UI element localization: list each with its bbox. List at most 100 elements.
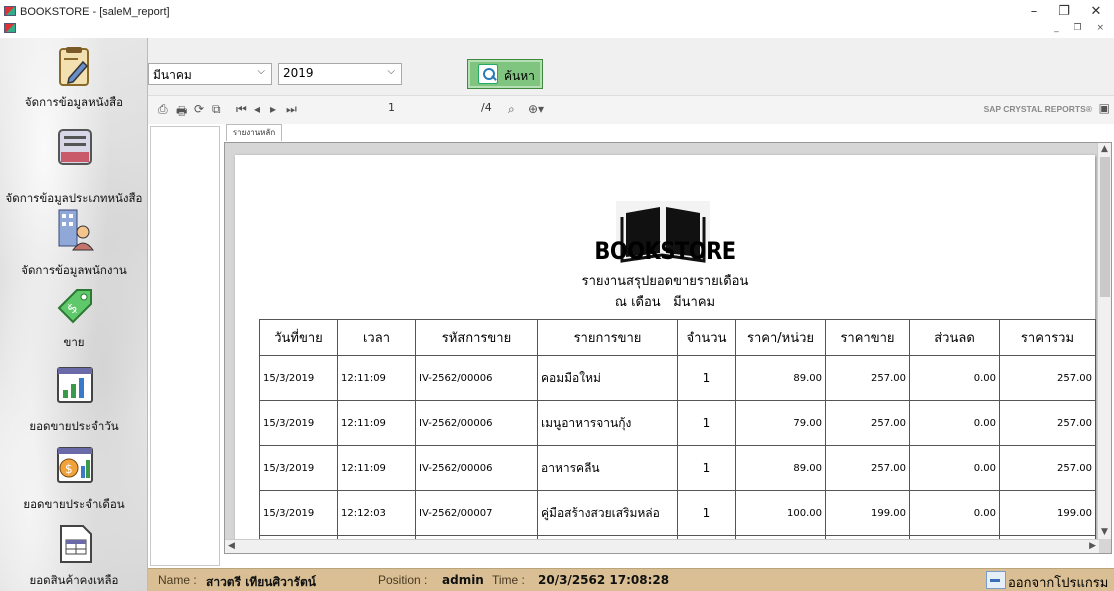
page-total: /4 bbox=[481, 101, 492, 114]
cell-discount: 0.00 bbox=[909, 445, 1000, 491]
prev-page-icon[interactable]: ◂ bbox=[254, 102, 260, 116]
table-header-row: วันที่ขาย เวลา รหัสการขาย รายการขาย จำนว… bbox=[259, 319, 1096, 356]
status-time: 20/3/2562 17:08:28 bbox=[538, 573, 670, 587]
sidebar-item-books[interactable]: จัดการข้อมูลหนังสือ bbox=[0, 44, 148, 112]
minimize-button[interactable]: – bbox=[1020, 2, 1048, 22]
sidebar-item-sales[interactable]: $ ขาย bbox=[0, 284, 148, 350]
report-page: BOOKSTORE รายงานสรุปยอดขายรายเดือน ณ เดื… bbox=[235, 155, 1096, 553]
next-page-icon[interactable]: ▸ bbox=[270, 102, 276, 116]
vertical-scroll-thumb[interactable] bbox=[1100, 157, 1110, 297]
maximize-button[interactable]: ❐ bbox=[1050, 2, 1078, 22]
cell-time: 12:11:09 bbox=[337, 445, 416, 491]
cell-discount: 0.00 bbox=[909, 490, 1000, 536]
table-row: 15/3/2019 12:12:03 IV-2562/00007 คู่มือสร้า… bbox=[259, 490, 1096, 536]
cell-unit-price: 79.00 bbox=[735, 400, 826, 446]
sidebar-item-label: ขาย bbox=[63, 335, 85, 349]
sidebar-item-label: จัดการข้อมูลหนังสือ bbox=[24, 95, 124, 109]
horizontal-scrollbar[interactable]: ◀ ▶ bbox=[225, 539, 1099, 553]
page-number-input[interactable]: 1 bbox=[388, 101, 395, 114]
cell-qty: 1 bbox=[677, 490, 736, 536]
status-position: admin bbox=[442, 573, 484, 587]
report-month-line: ณ เดือน มีนาคม bbox=[475, 291, 855, 312]
chevron-down-icon[interactable]: ⌵ bbox=[257, 66, 265, 77]
search-button-label: ค้นหา bbox=[504, 69, 535, 83]
toggle-tree-icon[interactable]: ⧉ bbox=[212, 102, 221, 117]
col-header-discount: ส่วนลด bbox=[909, 319, 1000, 356]
sidebar-item-employees[interactable]: จัดการข้อมูลพนักงาน bbox=[0, 206, 148, 277]
sap-close-icon[interactable]: ▣ bbox=[1099, 101, 1110, 115]
book-category-icon bbox=[53, 126, 97, 170]
filter-bar: มีนาคม ⌵ 2019 ⌵ ค้นหา bbox=[148, 38, 1114, 96]
employee-icon bbox=[53, 208, 97, 252]
cell-sale-id: IV-2562/00006 bbox=[415, 400, 538, 446]
month-select[interactable]: มีนาคม ⌵ bbox=[148, 63, 272, 85]
search-button[interactable]: ค้นหา bbox=[467, 59, 543, 89]
cell-sale-price: 257.00 bbox=[825, 445, 910, 491]
cell-sale-id: IV-2562/00006 bbox=[415, 445, 538, 491]
cell-sale-price: 257.00 bbox=[825, 400, 910, 446]
col-header-qty: จำนวน bbox=[677, 319, 736, 356]
col-header-date: วันที่ขาย bbox=[259, 319, 338, 356]
year-select-value: 2019 bbox=[283, 66, 314, 80]
report-month-prefix: ณ เดือน bbox=[614, 295, 661, 310]
col-header-total: ราคารวม bbox=[999, 319, 1096, 356]
table-row: 15/3/2019 12:11:09 IV-2562/00006 คอมมือใหม่… bbox=[259, 355, 1096, 401]
monthly-sales-icon: $ bbox=[53, 444, 97, 488]
price-tag-icon: $ bbox=[53, 284, 97, 328]
report-brand: BOOKSTORE bbox=[594, 237, 736, 265]
cell-date: 15/3/2019 bbox=[259, 445, 338, 491]
export-icon[interactable]: ⎙ bbox=[158, 102, 168, 117]
sidebar-item-book-categories[interactable]: จัดการข้อมูลประเภทหนังสือ bbox=[0, 124, 148, 205]
cell-date: 15/3/2019 bbox=[259, 490, 338, 536]
find-icon[interactable]: ⌕ bbox=[508, 102, 515, 117]
cell-item: คู่มือสร้างสวยเสริมหล่อ bbox=[537, 490, 678, 536]
tab-main-report[interactable]: รายงานหลัก bbox=[226, 124, 282, 141]
vertical-scrollbar[interactable]: ▲ ▼ bbox=[1097, 143, 1111, 539]
cell-time: 12:12:03 bbox=[337, 490, 416, 536]
exit-program-label: ออกจากโปรแกรม bbox=[1008, 576, 1109, 591]
year-select[interactable]: 2019 ⌵ bbox=[278, 63, 402, 85]
exit-icon bbox=[986, 571, 1006, 589]
sidebar-item-stock-balance[interactable]: ยอดสินค้าคงเหลือ bbox=[0, 520, 148, 590]
col-header-unit-price: ราคา/หน่วย bbox=[735, 319, 826, 356]
cell-item: เมนูอาหารจานกุ้ง bbox=[537, 400, 678, 446]
cell-discount: 0.00 bbox=[909, 355, 1000, 401]
first-page-icon[interactable]: ⏮ bbox=[236, 102, 247, 117]
scroll-down-icon[interactable]: ▼ bbox=[1101, 527, 1108, 537]
svg-text:$: $ bbox=[65, 462, 73, 476]
cell-sale-price: 199.00 bbox=[825, 490, 910, 536]
cell-discount: 0.00 bbox=[909, 400, 1000, 446]
table-row: 15/3/2019 12:11:09 IV-2562/00006 เมนูอาหารจ… bbox=[259, 400, 1096, 446]
cell-sale-id: IV-2562/00007 bbox=[415, 490, 538, 536]
cell-qty: 1 bbox=[677, 355, 736, 401]
group-tree-pane[interactable] bbox=[150, 126, 220, 566]
close-button[interactable]: ✕ bbox=[1082, 2, 1110, 22]
last-page-icon[interactable]: ⏭ bbox=[286, 102, 297, 117]
chevron-down-icon[interactable]: ⌵ bbox=[387, 66, 395, 77]
refresh-icon[interactable]: ⟳ bbox=[194, 102, 204, 116]
report-month: มีนาคม bbox=[673, 295, 716, 310]
mdi-child-icon[interactable] bbox=[4, 23, 16, 33]
cell-sale-id: IV-2562/00006 bbox=[415, 355, 538, 401]
report-canvas[interactable]: BOOKSTORE รายงานสรุปยอดขายรายเดือน ณ เดื… bbox=[224, 142, 1112, 554]
sidebar-item-daily-sales[interactable]: ยอดขายประจำวัน bbox=[0, 364, 148, 433]
scroll-left-icon[interactable]: ◀ bbox=[228, 541, 235, 551]
exit-program-button[interactable]: ออกจากโปรแกรม bbox=[982, 569, 1112, 591]
cell-time: 12:11:09 bbox=[337, 355, 416, 401]
cell-unit-price: 89.00 bbox=[735, 445, 826, 491]
sidebar-item-label: จัดการข้อมูลพนักงาน bbox=[21, 263, 127, 277]
book-edit-icon bbox=[53, 46, 97, 90]
stock-balance-icon bbox=[53, 522, 97, 566]
status-time-label: Time : bbox=[492, 573, 525, 587]
cell-total: 199.00 bbox=[999, 490, 1096, 536]
mdi-window-controls[interactable]: _ ❐ × bbox=[1054, 23, 1110, 33]
scroll-right-icon[interactable]: ▶ bbox=[1089, 541, 1096, 551]
zoom-icon[interactable]: ⊕▾ bbox=[528, 102, 544, 116]
status-user-name: สาวตรี เทียนศิวารัตน์ bbox=[206, 575, 316, 589]
sidebar-item-monthly-sales[interactable]: $ ยอดขายประจำเดือน bbox=[0, 442, 148, 512]
cell-total: 257.00 bbox=[999, 445, 1096, 491]
col-header-time: เวลา bbox=[337, 319, 416, 356]
scroll-up-icon[interactable]: ▲ bbox=[1101, 144, 1108, 154]
print-icon[interactable]: 🖶 bbox=[176, 102, 187, 123]
cell-sale-price: 257.00 bbox=[825, 355, 910, 401]
